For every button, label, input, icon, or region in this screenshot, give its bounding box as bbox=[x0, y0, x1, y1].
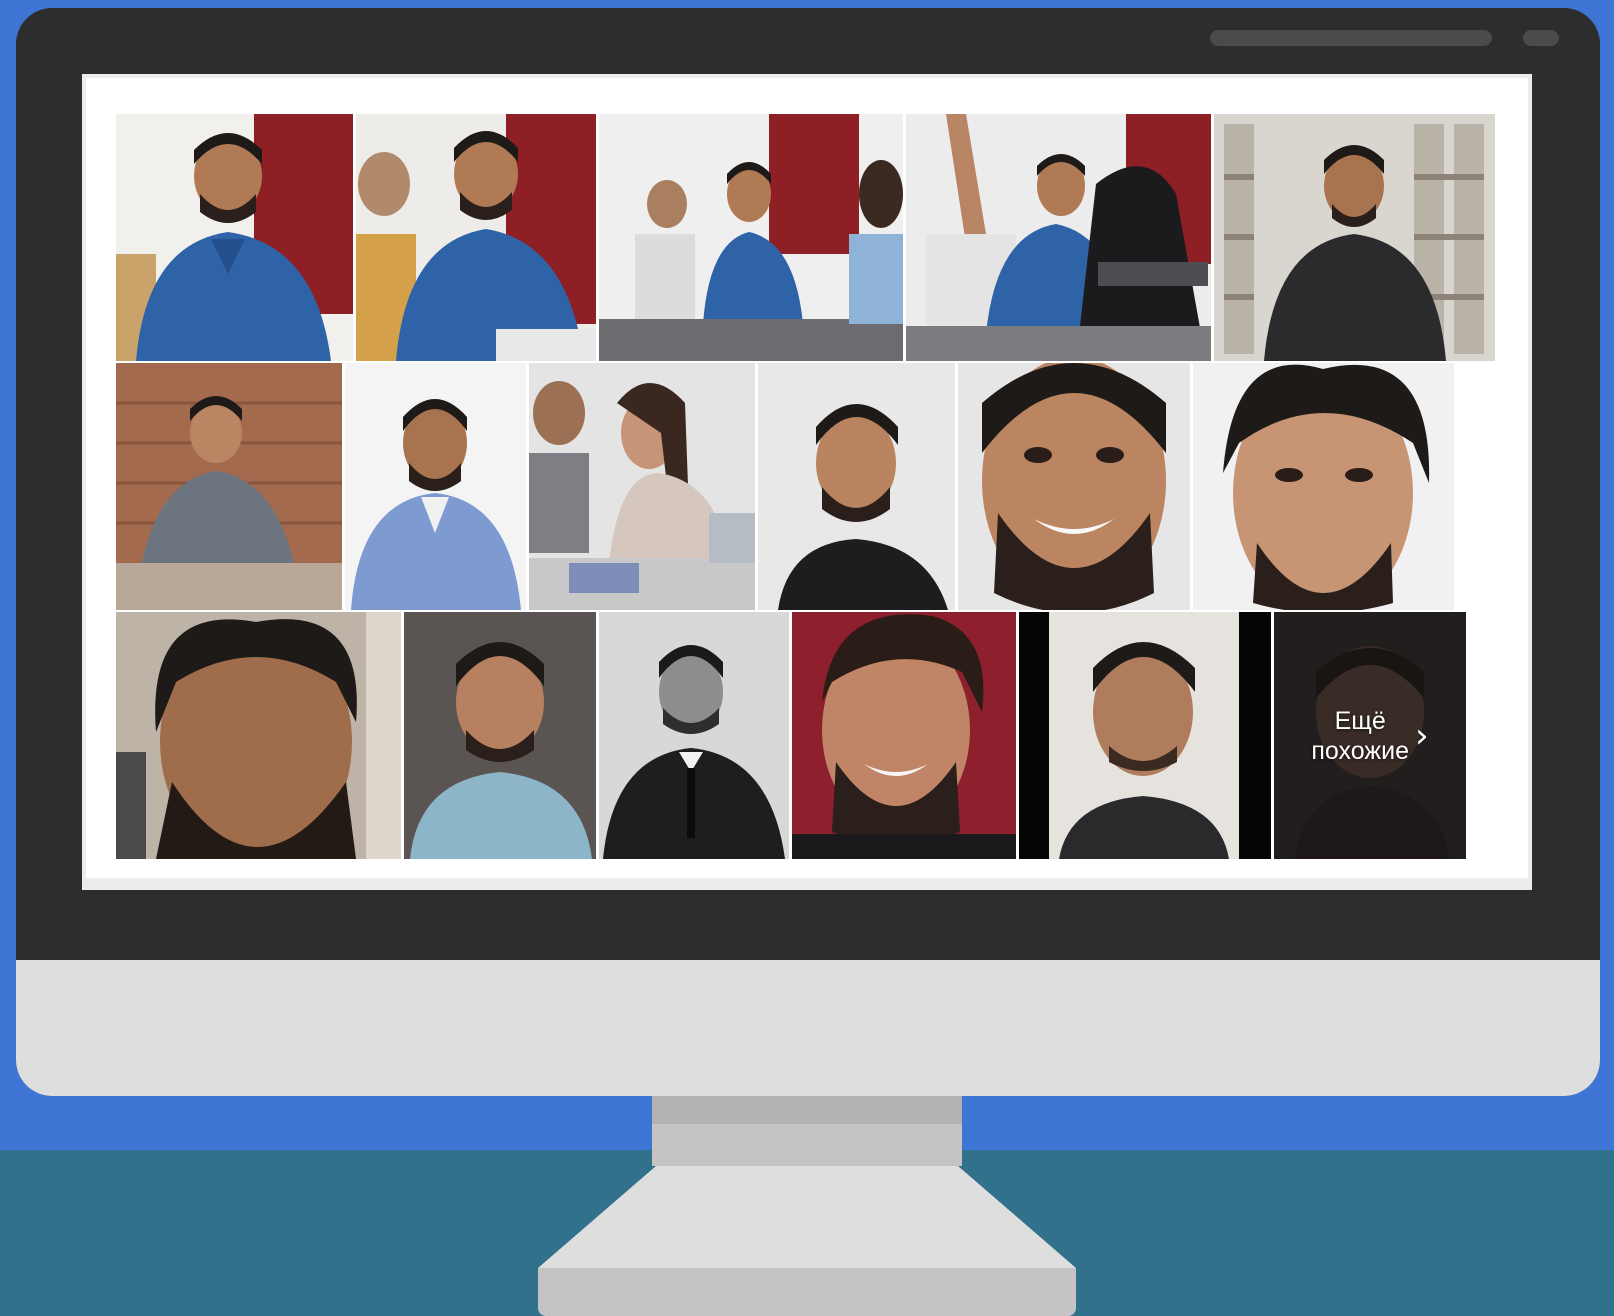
photo-thumbnail bbox=[1193, 363, 1454, 610]
more-similar-button[interactable]: Ещё похожие › bbox=[1274, 612, 1466, 859]
photo-thumbnail bbox=[792, 612, 1016, 859]
photo-thumbnail bbox=[116, 612, 401, 859]
image-result[interactable] bbox=[906, 114, 1211, 361]
photo-thumbnail bbox=[958, 363, 1190, 610]
image-results-grid: Ещё похожие › bbox=[116, 114, 1495, 864]
photo-thumbnail bbox=[404, 612, 596, 859]
image-results-row bbox=[116, 363, 1492, 610]
image-search-page: Ещё похожие › bbox=[86, 78, 1528, 878]
photo-thumbnail bbox=[599, 612, 789, 859]
photo-thumbnail bbox=[529, 363, 755, 610]
image-result[interactable] bbox=[599, 114, 903, 361]
image-result[interactable] bbox=[599, 612, 789, 859]
image-result[interactable] bbox=[1193, 363, 1454, 610]
image-result[interactable] bbox=[356, 114, 596, 361]
image-result[interactable] bbox=[116, 114, 353, 361]
image-result[interactable] bbox=[529, 363, 755, 610]
image-result[interactable] bbox=[1214, 114, 1495, 361]
photo-thumbnail bbox=[356, 114, 596, 361]
image-result[interactable] bbox=[404, 612, 596, 859]
monitor-stand-base bbox=[538, 1268, 1076, 1316]
illustration-scene: Ещё похожие › bbox=[0, 0, 1614, 1316]
image-result[interactable] bbox=[1019, 612, 1271, 859]
photo-thumbnail bbox=[906, 114, 1211, 361]
monitor-indicator-long bbox=[1210, 30, 1492, 46]
image-result[interactable] bbox=[116, 363, 342, 610]
monitor-indicator-short bbox=[1523, 30, 1559, 46]
monitor-screen: Ещё похожие › bbox=[82, 74, 1532, 890]
image-result[interactable] bbox=[792, 612, 1016, 859]
chevron-right-icon: › bbox=[1415, 715, 1429, 756]
more-similar-overlay: Ещё похожие › bbox=[1274, 612, 1466, 859]
image-results-row: Ещё похожие › bbox=[116, 612, 1492, 859]
photo-thumbnail bbox=[116, 363, 342, 610]
photo-thumbnail bbox=[1019, 612, 1271, 859]
photo-thumbnail bbox=[599, 114, 903, 361]
monitor-chin bbox=[16, 960, 1600, 1096]
image-result[interactable] bbox=[345, 363, 526, 610]
image-result[interactable] bbox=[958, 363, 1190, 610]
photo-thumbnail bbox=[758, 363, 955, 610]
photo-thumbnail bbox=[1214, 114, 1495, 361]
monitor-stand-shade bbox=[652, 1096, 962, 1124]
photo-thumbnail bbox=[345, 363, 526, 610]
image-result[interactable] bbox=[116, 612, 401, 859]
monitor-stand-foot bbox=[538, 1166, 1076, 1268]
more-similar-label: Ещё похожие bbox=[1311, 706, 1409, 765]
photo-thumbnail bbox=[116, 114, 353, 361]
image-results-row bbox=[116, 114, 1495, 361]
image-result[interactable] bbox=[758, 363, 955, 610]
